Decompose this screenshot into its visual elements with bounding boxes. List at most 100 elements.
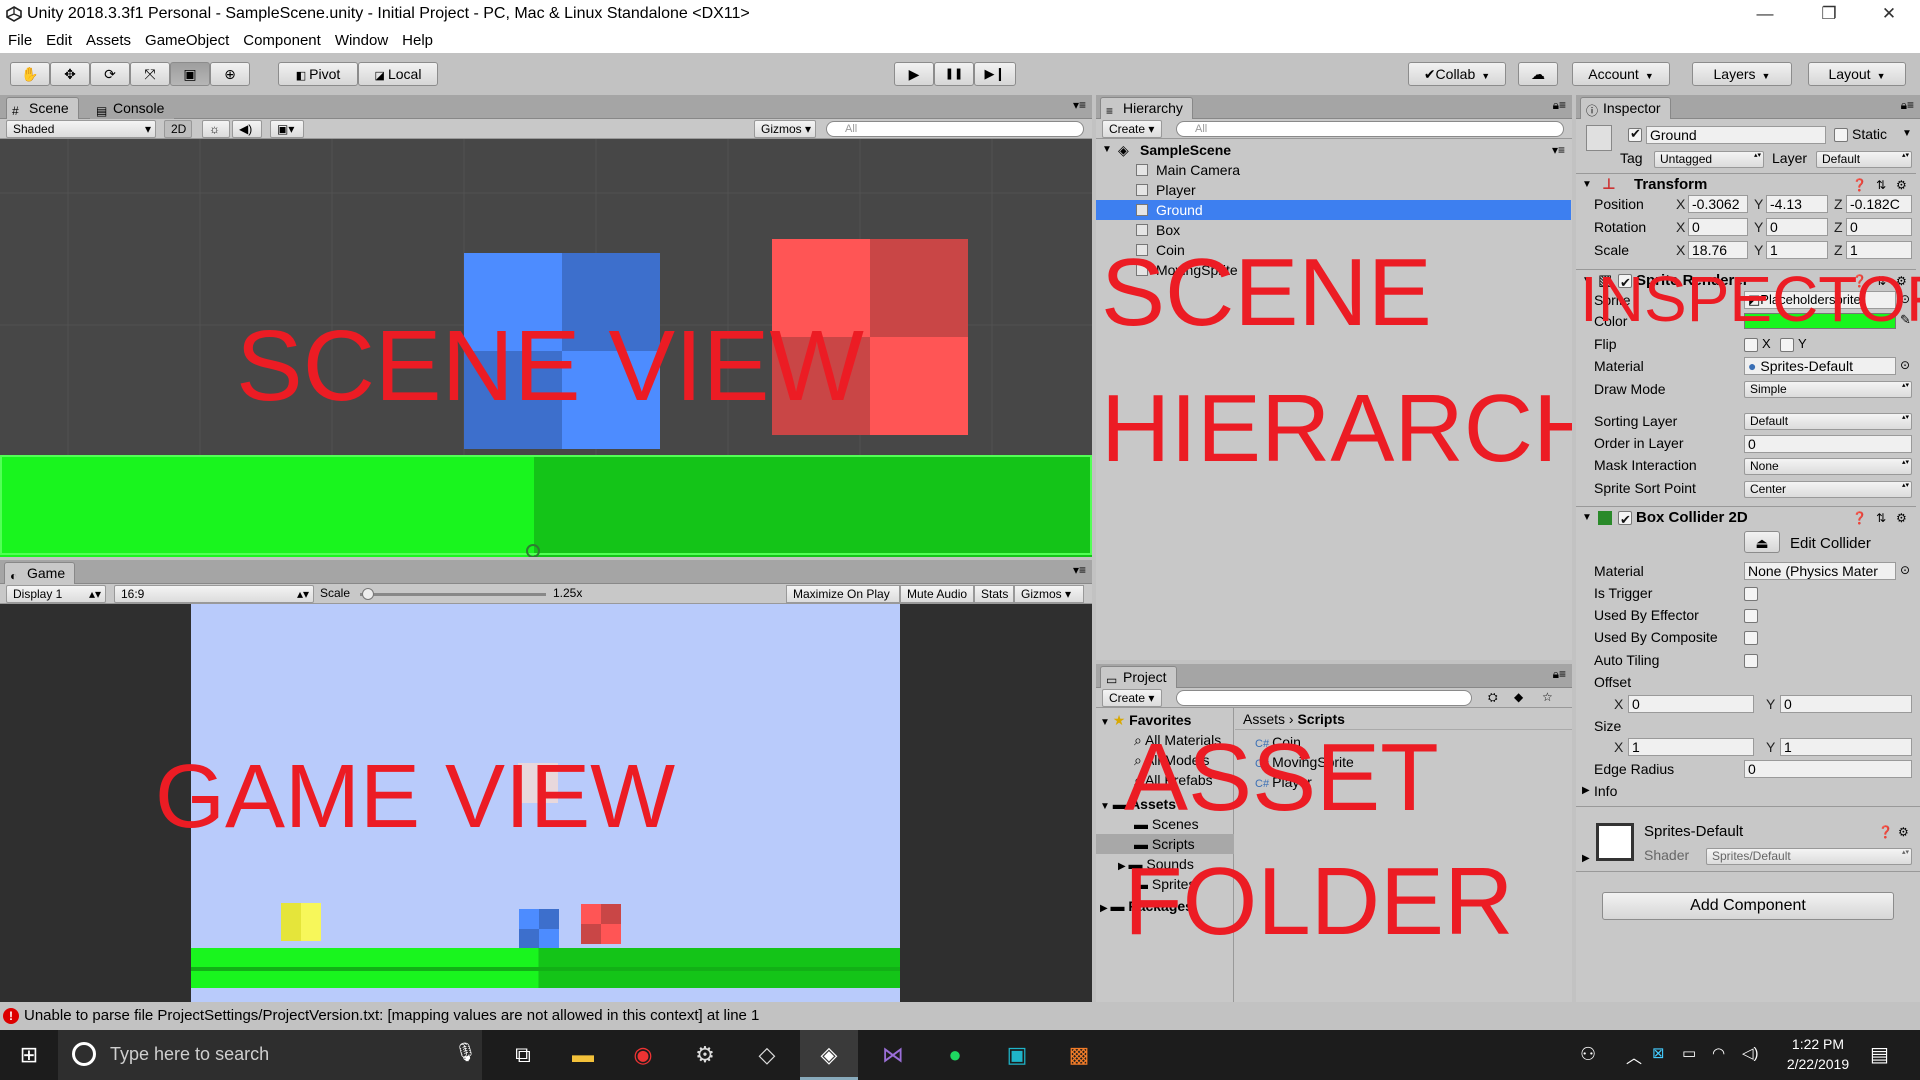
favorites-row[interactable]: ▼ ★ Favorites — [1100, 712, 1191, 729]
order-in-layer-field[interactable]: 0 — [1744, 435, 1912, 453]
tray-app-icon[interactable]: ⊠ — [1652, 1044, 1665, 1062]
layout-dropdown[interactable]: Layout ▼ — [1808, 62, 1906, 86]
mask-interaction-dropdown[interactable]: None — [1744, 458, 1912, 475]
eyedropper-icon[interactable]: ✎ — [1900, 312, 1911, 328]
tab-hierarchy[interactable]: ≡ Hierarchy — [1100, 97, 1193, 119]
cloud-button[interactable]: ☁ — [1518, 62, 1558, 86]
position-x-field[interactable]: -0.3062 — [1688, 195, 1748, 213]
sorting-layer-dropdown[interactable]: Default — [1744, 413, 1912, 430]
physics-material-field[interactable]: None (Physics Mater — [1744, 562, 1896, 580]
sprite-renderer-enabled-checkbox[interactable] — [1618, 272, 1632, 294]
hand-tool-button[interactable]: ✋ — [10, 62, 50, 86]
battery-icon[interactable]: ▭ — [1682, 1044, 1696, 1062]
object-picker-icon[interactable]: ⊙ — [1900, 292, 1910, 306]
move-tool-button[interactable]: ✥ — [50, 62, 90, 86]
favorites-item[interactable]: ⌕ All Materials — [1134, 732, 1221, 749]
scene-root-row[interactable]: ▼ ◈ SampleScene ▾≡ — [1096, 140, 1571, 160]
box-collider-enabled-checkbox[interactable] — [1618, 509, 1632, 531]
account-dropdown[interactable]: Account ▼ — [1572, 62, 1670, 86]
scale-slider-thumb[interactable] — [361, 588, 374, 600]
menu-window[interactable]: Window — [335, 30, 388, 53]
unity-editor-icon[interactable]: ◈ — [800, 1030, 858, 1080]
rotation-x-field[interactable]: 0 — [1688, 218, 1748, 236]
preset-icon[interactable]: ⇅ — [1876, 507, 1886, 529]
menu-component[interactable]: Component — [243, 30, 321, 53]
expand-arrow-icon[interactable]: ▶ — [1582, 853, 1590, 864]
add-component-button[interactable]: Add Component — [1602, 892, 1894, 920]
scale-x-field[interactable]: 18.76 — [1688, 241, 1748, 259]
wifi-icon[interactable]: ◠ — [1712, 1044, 1725, 1062]
position-y-field[interactable]: -4.13 — [1766, 195, 1828, 213]
transform-tool-button[interactable]: ⊕ — [210, 62, 250, 86]
preset-icon[interactable]: ⇅ — [1876, 270, 1886, 292]
tag-dropdown[interactable]: Untagged — [1654, 151, 1764, 168]
panel-menu-icon[interactable]: ▾≡ — [1073, 563, 1086, 577]
lock-icon[interactable]: 🔒︎≡ — [1553, 98, 1566, 113]
collapse-arrow-icon[interactable]: ▼ — [1582, 174, 1592, 196]
help-icon[interactable]: ❓ — [1852, 507, 1867, 529]
scene-search-input[interactable]: All — [826, 121, 1084, 137]
color-swatch[interactable] — [1744, 313, 1896, 329]
gear-icon[interactable]: ⚙ — [1896, 507, 1907, 529]
used-by-composite-checkbox[interactable] — [1744, 631, 1758, 645]
mute-audio-toggle[interactable]: Mute Audio — [900, 585, 974, 603]
gizmos-dropdown[interactable]: Gizmos ▾ — [754, 120, 816, 138]
asset-folder[interactable]: ▬ Sprites — [1134, 876, 1195, 892]
windows-start-icon[interactable]: ⊞ — [0, 1030, 58, 1080]
transform-header[interactable]: ▼ ⊥ Transform ❓ ⇅ ⚙ — [1576, 173, 1916, 195]
display-dropdown[interactable]: Display 1 ▴▾ — [6, 585, 106, 603]
breadcrumb-assets[interactable]: Assets — [1243, 711, 1285, 727]
pause-button[interactable]: ❚❚ — [934, 62, 974, 86]
game-gizmos-dropdown[interactable]: Gizmos ▾ — [1014, 585, 1084, 603]
active-checkbox[interactable] — [1628, 126, 1642, 142]
packages-row[interactable]: ▶ ▬ Packages — [1100, 898, 1193, 914]
position-z-field[interactable]: -0.182C — [1846, 195, 1912, 213]
gear-icon[interactable]: ⚙ — [1896, 270, 1907, 292]
visual-studio-icon[interactable]: ⋈ — [864, 1030, 922, 1080]
breadcrumb-scripts[interactable]: Scripts — [1297, 711, 1344, 727]
player-sprite[interactable] — [464, 253, 562, 351]
hierarchy-search-input[interactable]: All — [1176, 121, 1564, 137]
action-center-icon[interactable]: ▤ — [1870, 1042, 1889, 1067]
stats-toggle[interactable]: Stats — [974, 585, 1014, 603]
spotify-icon[interactable]: ● — [926, 1030, 984, 1080]
offset-x-field[interactable]: 0 — [1628, 695, 1754, 713]
object-picker-icon[interactable]: ⊙ — [1900, 563, 1910, 577]
steam-icon[interactable]: ⚙ — [676, 1030, 734, 1080]
sprite-sort-point-dropdown[interactable]: Center — [1744, 481, 1912, 498]
lock-icon[interactable]: 🔒︎≡ — [1901, 98, 1914, 113]
asset-folder[interactable]: ▶ ▬ Sounds — [1118, 856, 1194, 872]
unity-hub-icon[interactable]: ◇ — [738, 1030, 796, 1080]
script-file[interactable]: C# Player — [1255, 774, 1312, 790]
rotation-z-field[interactable]: 0 — [1846, 218, 1912, 236]
volume-icon[interactable]: ◁) — [1742, 1044, 1759, 1062]
menu-help[interactable]: Help — [402, 30, 433, 53]
collab-dropdown[interactable]: ✔Collab ▼ — [1408, 62, 1506, 86]
lighting-toggle[interactable]: ☼ — [202, 120, 230, 138]
minimize-button[interactable]: — — [1736, 0, 1794, 30]
restore-button[interactable]: ❐ — [1800, 0, 1858, 30]
ground-sprite[interactable] — [0, 455, 534, 557]
rotation-y-field[interactable]: 0 — [1766, 218, 1828, 236]
effects-dropdown[interactable]: ▣▾ — [270, 120, 304, 138]
gear-icon[interactable]: ⚙ — [1898, 825, 1909, 839]
pivot-handle-icon[interactable] — [526, 544, 540, 557]
panel-menu-icon[interactable]: ▾≡ — [1073, 98, 1086, 112]
tab-project[interactable]: ▭ Project — [1100, 666, 1177, 688]
taskbar-date[interactable]: 2/22/2019 — [1778, 1056, 1858, 1072]
people-icon[interactable]: ⚇ — [1580, 1044, 1596, 1065]
shader-dropdown[interactable]: Sprites/Default — [1706, 848, 1912, 865]
size-y-field[interactable]: 1 — [1780, 738, 1912, 756]
layer-dropdown[interactable]: Default — [1816, 151, 1912, 168]
collapse-arrow-icon[interactable]: ▼ — [1582, 507, 1592, 529]
chevron-up-icon[interactable]: ︿ — [1626, 1044, 1642, 1068]
filter-type-icon[interactable]: ⛭ — [1488, 688, 1498, 707]
pivot-toggle[interactable]: ◧ Pivot — [278, 62, 358, 86]
assets-row[interactable]: ▼ ▬ Assets — [1100, 796, 1176, 812]
rect-tool-button[interactable]: ▣ — [170, 62, 210, 86]
scale-tool-button[interactable]: ⤧ — [130, 62, 170, 86]
draw-mode-dropdown[interactable]: Simple — [1744, 381, 1912, 398]
aspect-dropdown[interactable]: 16:9 ▴▾ — [114, 585, 314, 603]
hierarchy-item[interactable]: Main Camera — [1096, 160, 1571, 180]
edge-radius-field[interactable]: 0 — [1744, 760, 1912, 778]
